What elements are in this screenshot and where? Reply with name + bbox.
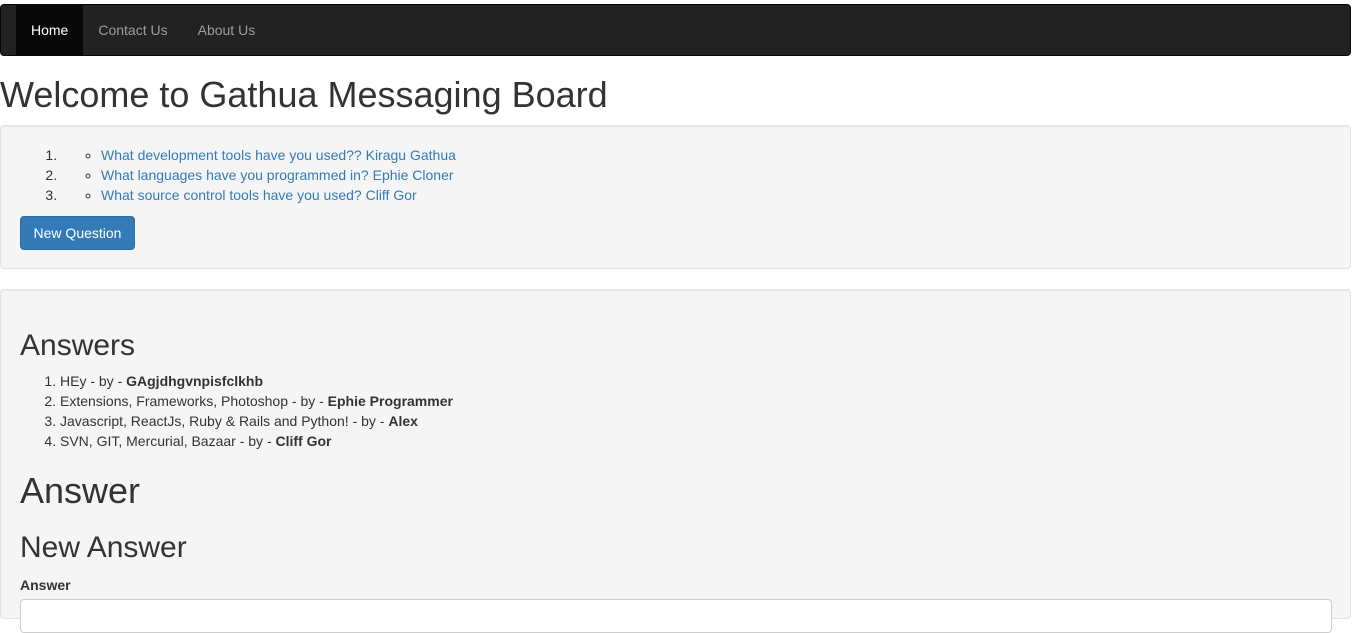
new-question-button[interactable]: New Question <box>20 216 135 250</box>
new-answer-heading: New Answer <box>20 531 187 564</box>
answer-by-separator: - by - <box>86 373 127 389</box>
answer-item: Extensions, Frameworks, Photoshop - by -… <box>60 391 453 411</box>
answers-panel: Answers HEy - by - GAgjdhgvnpisfclkhb Ex… <box>0 289 1351 633</box>
answer-input[interactable] <box>20 599 1332 633</box>
answer-item: SVN, GIT, Mercurial, Bazaar - by - Cliff… <box>60 431 453 451</box>
question-link[interactable]: What source control tools have you used?… <box>101 187 417 203</box>
page-title: Welcome to Gathua Messaging Board <box>0 74 608 115</box>
answer-text: Extensions, Frameworks, Photoshop <box>60 393 288 409</box>
answer-author: Ephie Programmer <box>327 393 453 409</box>
answer-field-label: Answer <box>20 577 71 593</box>
nav-about-us[interactable]: About Us <box>183 5 271 55</box>
questions-panel: What development tools have you used?? K… <box>0 125 1351 269</box>
answer-by-separator: - by - <box>235 433 276 449</box>
answer-author: Alex <box>388 413 418 429</box>
question-link[interactable]: What languages have you programmed in? E… <box>101 167 454 183</box>
questions-list: What development tools have you used?? K… <box>21 145 456 205</box>
nav-list: Home Contact Us About Us <box>1 5 1350 55</box>
answers-list: HEy - by - GAgjdhgvnpisfclkhb Extensions… <box>20 371 453 451</box>
answer-by-separator: - by - <box>288 393 328 409</box>
question-item: What source control tools have you used?… <box>61 185 456 205</box>
top-navbar: Home Contact Us About Us <box>0 4 1351 56</box>
answer-text: HEy <box>60 373 87 389</box>
question-item: What development tools have you used?? K… <box>61 145 456 165</box>
answer-item: HEy - by - GAgjdhgvnpisfclkhb <box>60 371 453 391</box>
nav-contact-us[interactable]: Contact Us <box>83 5 182 55</box>
answer-text: SVN, GIT, Mercurial, Bazaar <box>60 433 236 449</box>
question-item: What languages have you programmed in? E… <box>61 165 456 185</box>
nav-home[interactable]: Home <box>16 5 84 55</box>
answer-by-separator: - by - <box>348 413 389 429</box>
answer-heading: Answer <box>20 470 141 511</box>
question-link[interactable]: What development tools have you used?? K… <box>101 147 456 163</box>
answer-author: GAgjdhgvnpisfclkhb <box>126 373 264 389</box>
answer-text: Javascript, ReactJs, Ruby & Rails and Py… <box>60 413 349 429</box>
answer-item: Javascript, ReactJs, Ruby & Rails and Py… <box>60 411 453 431</box>
answer-author: Cliff Gor <box>275 433 332 449</box>
answers-heading: Answers <box>20 329 136 362</box>
